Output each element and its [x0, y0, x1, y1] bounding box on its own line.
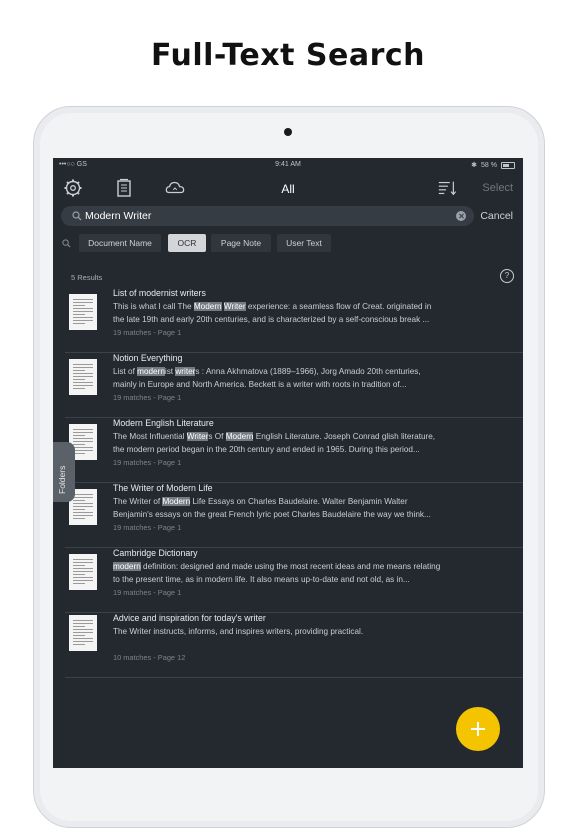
folders-tab[interactable]: Folders	[53, 442, 75, 502]
help-icon[interactable]: ?	[500, 269, 514, 283]
snippet-text: English Literature. Joseph Conrad glish …	[253, 432, 436, 441]
result-meta: 10 matches - Page 12	[113, 653, 186, 662]
snippet-line: The Writer of Modern Life Essays on Char…	[113, 496, 485, 509]
document-thumbnail	[69, 554, 97, 590]
snippet-text: the modern period began in the 20th cent…	[113, 444, 420, 454]
results-count: 5 Results	[71, 273, 103, 282]
snippet-text: ist	[164, 367, 176, 376]
snippet-text: List of	[113, 367, 138, 376]
result-snippet: List of modernist writers : Anna Akhmato…	[113, 366, 485, 391]
result-meta: 19 matches - Page 1	[113, 328, 182, 337]
result-row[interactable]: Modern English Literature The Most Influe…	[65, 418, 523, 483]
result-snippet: The Most Influential Writers Of Modern E…	[113, 431, 485, 456]
match-highlight: Modern	[225, 432, 254, 441]
snippet-text: The Writer instructs, informs, and inspi…	[113, 627, 364, 636]
page-headline: Full-Text Search	[150, 38, 426, 73]
snippet-line: modern definition: designed and made usi…	[113, 561, 485, 574]
result-title: Cambridge Dictionary	[113, 548, 198, 558]
search-scope-filters: Document Name OCR Page Note User Text	[53, 234, 523, 254]
filter-document-name[interactable]: Document Name	[79, 234, 161, 252]
snippet-line: This is what I call The Modern Writer ex…	[113, 301, 485, 314]
search-input[interactable]: Modern Writer	[85, 210, 151, 222]
scope-search-icon	[62, 239, 71, 248]
snippet-text: Benjamin's essays on the great French ly…	[113, 509, 431, 519]
match-highlight: Modern	[193, 302, 222, 311]
result-snippet: modern definition: designed and made usi…	[113, 561, 485, 586]
match-highlight: modern	[113, 562, 141, 571]
snippet-text: s Of	[208, 432, 226, 441]
match-highlight: Modern	[162, 497, 191, 506]
filter-page-note[interactable]: Page Note	[211, 234, 271, 252]
snippet-text: This is what I call The	[113, 302, 194, 311]
snippet-text: Life Essays on Charles Baudelaire. Walte…	[190, 497, 408, 506]
snippet-text: s : Anna Akhmatova (1889–1966), Jorg Ama…	[195, 367, 421, 376]
battery-icon	[501, 161, 515, 169]
result-snippet: This is what I call The Modern Writer ex…	[113, 301, 485, 326]
snippet-line: Benjamin's essays on the great French ly…	[113, 509, 485, 522]
result-row[interactable]: Notion Everything List of modernist write…	[65, 353, 523, 418]
result-row[interactable]: Cambridge Dictionary modern definition: d…	[65, 548, 523, 613]
document-thumbnail	[69, 359, 97, 395]
match-highlight: modern	[137, 367, 165, 376]
app-screen: •••○○ GS 9:41 AM ✱ 58 % All Select Moder…	[53, 158, 523, 768]
status-bar: •••○○ GS 9:41 AM ✱ 58 %	[53, 158, 523, 172]
snippet-text: mainly in Europe and North America. Beck…	[113, 379, 407, 389]
document-thumbnail	[69, 615, 97, 651]
filter-user-text[interactable]: User Text	[277, 234, 331, 252]
snippet-line: The Writer instructs, informs, and inspi…	[113, 626, 485, 639]
snippet-text: the late 19th and early 20th centuries, …	[113, 314, 430, 324]
front-camera	[284, 128, 292, 136]
snippet-line: mainly in Europe and North America. Beck…	[113, 379, 485, 392]
snippet-text: definition: designed and made using the …	[140, 562, 441, 571]
snippet-text: experience: a seamless flow of Creat. or…	[245, 302, 432, 311]
bluetooth-icon: ✱	[471, 162, 478, 169]
search-field[interactable]: Modern Writer	[61, 206, 474, 226]
top-toolbar: All Select	[53, 174, 523, 204]
add-button[interactable]	[456, 707, 500, 751]
status-time: 9:41 AM	[275, 161, 301, 168]
result-title: List of modernist writers	[113, 288, 206, 298]
result-title: Modern English Literature	[113, 418, 214, 428]
result-meta: 19 matches - Page 1	[113, 588, 182, 597]
snippet-text: to the present time, as in modern life. …	[113, 574, 410, 584]
cancel-button[interactable]: Cancel	[480, 210, 513, 222]
battery-percent: 58 %	[481, 161, 497, 169]
search-icon	[72, 211, 82, 221]
sort-icon[interactable]	[437, 178, 457, 198]
snippet-text: The Writer of	[113, 497, 163, 506]
match-highlight: Writer	[186, 432, 209, 441]
snippet-line: The Most Influential Writers Of Modern E…	[113, 431, 485, 444]
snippet-line: List of modernist writers : Anna Akhmato…	[113, 366, 485, 379]
result-title: Advice and inspiration for today's write…	[113, 613, 266, 623]
result-meta: 19 matches - Page 1	[113, 393, 182, 402]
document-thumbnail	[69, 294, 97, 330]
snippet-line: the modern period began in the 20th cent…	[113, 444, 485, 457]
result-row[interactable]: List of modernist writers This is what I …	[65, 288, 523, 353]
result-row[interactable]: Advice and inspiration for today's write…	[65, 613, 523, 678]
result-snippet: The Writer instructs, informs, and inspi…	[113, 626, 485, 639]
match-highlight: writer	[175, 367, 196, 376]
search-row: Modern Writer Cancel	[53, 206, 523, 228]
snippet-text: The Most Influential	[113, 432, 187, 441]
snippet-line: to the present time, as in modern life. …	[113, 574, 485, 587]
result-title: The Writer of Modern Life	[113, 483, 213, 493]
result-title: Notion Everything	[113, 353, 183, 363]
result-snippet: The Writer of Modern Life Essays on Char…	[113, 496, 485, 521]
filter-ocr[interactable]: OCR	[168, 234, 206, 252]
result-meta: 19 matches - Page 1	[113, 523, 182, 532]
select-button[interactable]: Select	[482, 182, 513, 194]
folders-tab-label: Folders	[57, 465, 67, 494]
match-highlight: Writer	[223, 302, 246, 311]
result-meta: 19 matches - Page 1	[113, 458, 182, 467]
snippet-line: the late 19th and early 20th centuries, …	[113, 314, 485, 327]
clear-search-icon[interactable]	[456, 211, 466, 221]
result-row[interactable]: The Writer of Modern Life The Writer of M…	[65, 483, 523, 548]
